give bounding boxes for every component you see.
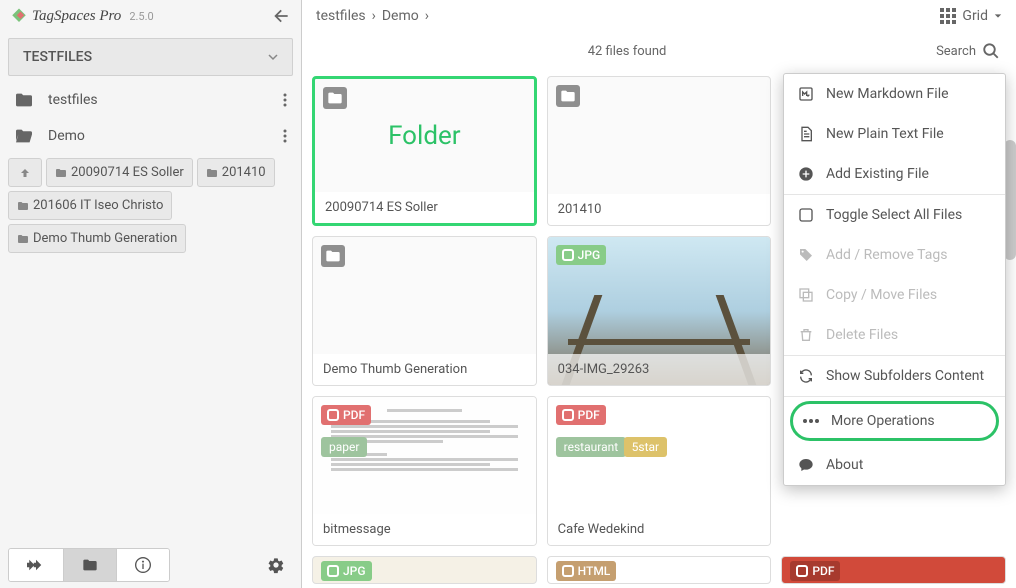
tag-chip[interactable]: 5star xyxy=(624,437,667,457)
text-file-icon xyxy=(798,126,814,142)
folder-watermark: Folder xyxy=(388,121,461,151)
sidebar-folder-demo[interactable]: Demo xyxy=(0,118,301,154)
folder-tile[interactable]: 201410 xyxy=(547,76,772,226)
pdf-badge-icon[interactable]: PDF xyxy=(321,405,371,425)
menu-toggle-select[interactable]: Toggle Select All Files xyxy=(784,195,1005,235)
tile-caption: Cafe Wedekind xyxy=(548,514,771,545)
search-button[interactable]: Search xyxy=(936,42,1000,60)
pdf-badge-icon[interactable]: PDF xyxy=(790,561,840,581)
menu-new-text[interactable]: New Plain Text File xyxy=(784,114,1005,154)
tags-view-button[interactable] xyxy=(9,549,63,581)
chat-icon xyxy=(798,457,814,473)
folder-tile[interactable]: Folder 20090714 ES Soller xyxy=(312,76,537,226)
folder-chip[interactable]: 20090714 ES Soller xyxy=(46,158,193,187)
tag-icon xyxy=(10,7,28,25)
menu-new-markdown[interactable]: New Markdown File xyxy=(784,74,1005,114)
folder-chip[interactable]: Demo Thumb Generation xyxy=(8,224,186,253)
more-icon[interactable] xyxy=(283,93,287,107)
menu-more-operations[interactable]: More Operations xyxy=(790,401,999,441)
tile-caption: 20090714 ES Soller xyxy=(315,192,534,223)
refresh-icon xyxy=(798,368,814,384)
files-count: 42 files found xyxy=(318,44,936,59)
copy-move-icon xyxy=(798,287,814,303)
jpg-badge-icon[interactable]: JPG xyxy=(321,561,372,581)
app-logo: TagSpaces Pro 2.5.0 xyxy=(10,7,154,25)
breadcrumb-item[interactable]: testfiles xyxy=(316,8,366,24)
more-icon[interactable] xyxy=(283,129,287,143)
caret-down-icon xyxy=(994,12,1002,20)
menu-about[interactable]: About xyxy=(784,445,1005,485)
folder-chip[interactable]: 201606 IT Iseo Christo xyxy=(8,191,172,220)
folder-icon xyxy=(14,92,34,108)
chevron-right-icon: › xyxy=(425,8,429,24)
pdf-tile[interactable]: PDF paper bitmessage xyxy=(312,396,537,546)
folder-badge-icon[interactable] xyxy=(321,245,345,267)
image-tile[interactable]: JPG 034-IMG_29263 xyxy=(547,236,772,386)
grid-icon xyxy=(940,8,956,24)
folder-tile[interactable]: Demo Thumb Generation xyxy=(312,236,537,386)
tile-caption: bitmessage xyxy=(313,514,536,545)
tag-chip[interactable]: restaurant xyxy=(556,437,627,457)
menu-show-subfolders[interactable]: Show Subfolders Content xyxy=(784,356,1005,396)
html-badge-icon[interactable]: HTML xyxy=(556,561,617,581)
folder-label: Demo xyxy=(48,128,283,144)
tile-caption: 201410 xyxy=(548,194,771,225)
chevron-right-icon: › xyxy=(372,8,376,24)
app-version: 2.5.0 xyxy=(129,10,153,23)
menu-add-remove-tags: Add / Remove Tags xyxy=(784,235,1005,275)
folder-up-button[interactable] xyxy=(8,158,42,187)
info-view-button[interactable] xyxy=(116,549,169,581)
trash-icon xyxy=(798,327,814,343)
toggle-select-icon xyxy=(798,207,814,223)
folder-badge-icon[interactable] xyxy=(556,85,580,107)
plus-circle-icon xyxy=(798,166,814,182)
location-label: TESTFILES xyxy=(23,49,92,65)
tag-chip[interactable]: paper xyxy=(321,437,367,457)
settings-button[interactable] xyxy=(259,548,293,582)
folder-open-icon xyxy=(14,128,34,144)
context-menu: New Markdown File New Plain Text File Ad… xyxy=(783,73,1006,486)
menu-add-existing[interactable]: Add Existing File xyxy=(784,154,1005,194)
menu-copy-move: Copy / Move Files xyxy=(784,275,1005,315)
folder-badge-icon[interactable] xyxy=(323,87,347,109)
jpg-badge-icon[interactable]: JPG xyxy=(556,245,607,265)
tag-icon xyxy=(798,247,814,263)
image-tile[interactable]: JPG xyxy=(312,556,537,584)
folder-label: testfiles xyxy=(48,92,283,108)
back-icon[interactable] xyxy=(271,6,291,26)
app-name: TagSpaces Pro xyxy=(32,8,121,25)
tile-caption: Demo Thumb Generation xyxy=(313,354,536,385)
pdf-badge-icon[interactable]: PDF xyxy=(556,405,606,425)
markdown-icon xyxy=(798,86,814,102)
folder-chip[interactable]: 201410 xyxy=(197,158,275,187)
folders-view-button[interactable] xyxy=(63,549,116,581)
view-label: Grid xyxy=(962,8,988,24)
breadcrumb-item[interactable]: Demo xyxy=(382,8,419,24)
more-h-icon xyxy=(803,419,819,423)
pdf-tile[interactable]: PDF xyxy=(781,556,1006,584)
sidebar-folder-testfiles[interactable]: testfiles xyxy=(0,82,301,118)
view-toggle[interactable]: Grid xyxy=(940,8,1002,24)
html-tile[interactable]: HTML xyxy=(547,556,772,584)
search-icon xyxy=(982,42,1000,60)
search-label: Search xyxy=(936,44,976,59)
chevron-down-icon xyxy=(268,52,278,62)
tile-caption: 034-IMG_29263 xyxy=(548,354,771,385)
pdf-tile[interactable]: PDF restaurant 5star Cafe Wedekind xyxy=(547,396,772,546)
location-selector[interactable]: TESTFILES xyxy=(8,38,293,76)
menu-delete: Delete Files xyxy=(784,315,1005,355)
